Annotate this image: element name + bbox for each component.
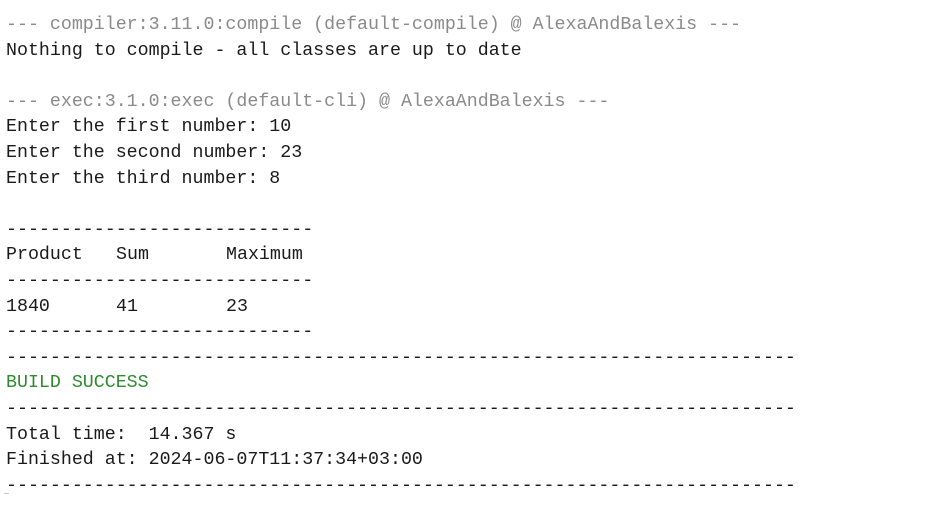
build-middle-rule: ----------------------------------------…	[6, 398, 796, 419]
table-bottom-rule: ----------------------------	[6, 322, 314, 343]
scroll-marker	[4, 493, 9, 494]
build-status: BUILD SUCCESS	[6, 373, 149, 394]
value-maximum: 23	[226, 296, 248, 317]
header-sum: Sum	[116, 245, 149, 266]
prompt-second-number: Enter the second number: 23	[6, 142, 303, 163]
total-time: Total time: 14.367 s	[6, 424, 237, 445]
console-output: --- compiler:3.11.0:compile (default-com…	[6, 13, 796, 499]
prompt-first-number: Enter the first number: 10	[6, 117, 292, 138]
compile-header: --- compiler:3.11.0:compile (default-com…	[6, 15, 742, 35]
exec-header: --- exec:3.1.0:exec (default-cli) @ Alex…	[6, 91, 610, 112]
header-maximum: Maximum	[226, 245, 303, 266]
finished-at: Finished at: 2024-06-07T11:37:34+03:00	[6, 450, 423, 471]
header-product: Product	[6, 245, 83, 266]
value-product: 1840	[6, 296, 50, 317]
table-header-rule: ----------------------------	[6, 270, 314, 291]
build-top-rule: ----------------------------------------…	[6, 347, 796, 368]
value-sum: 41	[116, 296, 138, 317]
table-top-rule: ----------------------------	[6, 219, 314, 240]
build-bottom-rule: ----------------------------------------…	[6, 475, 796, 496]
table-value-row: 1840 41 23	[6, 295, 796, 321]
prompt-third-number: Enter the third number: 8	[6, 168, 281, 189]
table-header-row: Product Sum Maximum	[6, 243, 796, 269]
compile-message: Nothing to compile - all classes are up …	[6, 40, 522, 61]
